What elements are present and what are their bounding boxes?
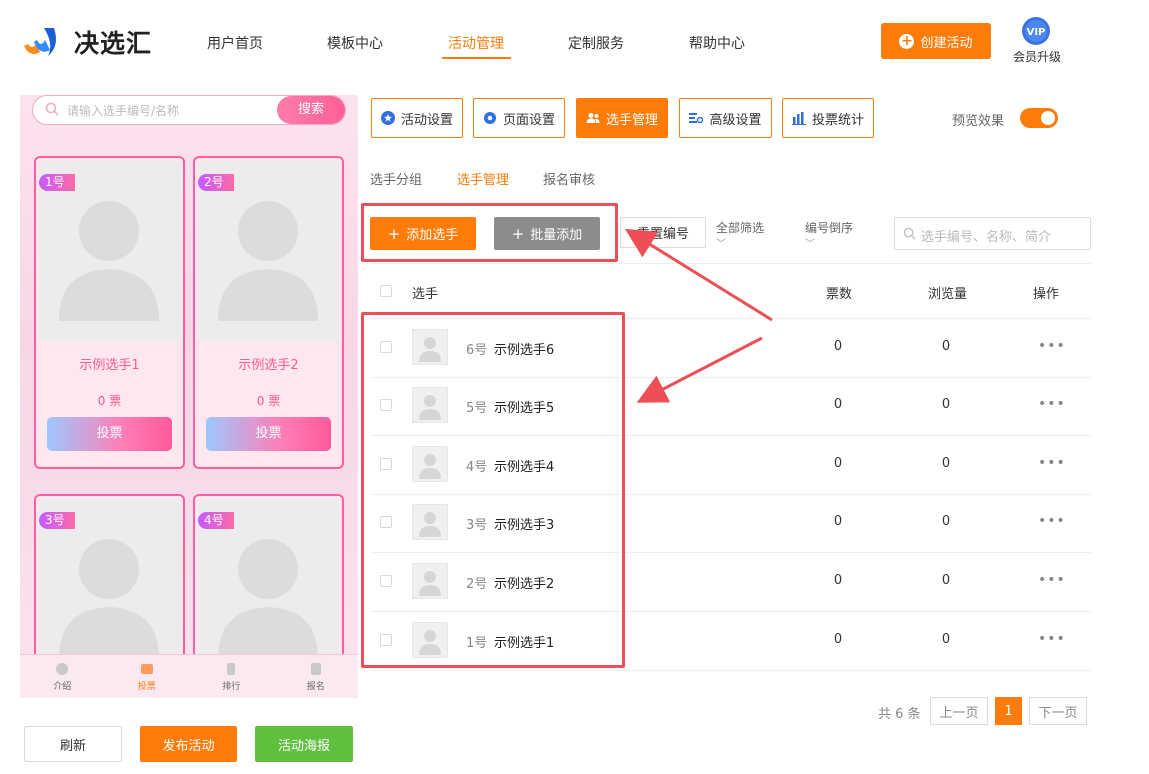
vote-statistics-label: 投票统计 (811, 112, 864, 128)
annotation-highlight-player-list (361, 312, 625, 668)
player-management-label: 选手管理 (605, 112, 658, 128)
preview-search-placeholder: 请输入选手编号/名称 (67, 104, 180, 118)
logo-icon (20, 22, 64, 60)
player-votes: 0 (833, 397, 843, 412)
player-votes: 0 (833, 514, 843, 529)
player-votes: 0 (833, 573, 843, 588)
player-number-tag: 2号 (198, 174, 234, 191)
refresh-button[interactable]: 刷新 (24, 726, 122, 762)
create-activity-label: 创建活动 (920, 35, 973, 51)
preview-tab-label: 报名 (306, 681, 325, 692)
chevron-down-icon: ﹀ (805, 239, 815, 250)
logo-text: 决选汇 (74, 29, 153, 58)
prev-page-button[interactable]: 上一页 (930, 697, 988, 725)
more-actions-icon[interactable]: ••• (1038, 631, 1066, 647)
player-votes: 0 (833, 456, 843, 471)
select-all-checkbox[interactable] (380, 285, 392, 297)
vote-statistics-button[interactable]: 投票统计 (782, 98, 874, 138)
nav-custom-service[interactable]: 定制服务 (568, 33, 624, 53)
more-actions-icon[interactable]: ••• (1038, 572, 1066, 588)
search-icon (45, 102, 59, 120)
nav-user-home[interactable]: 用户首页 (207, 33, 263, 53)
nav-template-center[interactable]: 模板中心 (327, 33, 383, 53)
player-views: 0 (941, 573, 951, 588)
player-views: 0 (941, 632, 951, 647)
preview-tab-label: 排行 (222, 681, 241, 692)
create-activity-button[interactable]: + 创建活动 (881, 23, 991, 59)
vip-upgrade-label[interactable]: 会员升级 (1013, 48, 1061, 65)
publish-activity-button[interactable]: 发布活动 (140, 726, 237, 762)
preview-tab-label: 投票 (137, 681, 156, 692)
table-row-divider (370, 670, 1091, 671)
more-actions-icon[interactable]: ••• (1038, 513, 1066, 529)
column-header-views: 浏览量 (928, 287, 968, 302)
player-votes: 0 (833, 339, 843, 354)
preview-effect-toggle[interactable] (1020, 108, 1058, 128)
nav-help-center[interactable]: 帮助中心 (689, 33, 745, 53)
column-header-votes: 票数 (826, 287, 853, 302)
search-icon (903, 227, 916, 244)
activity-settings-label: 活动设置 (400, 112, 453, 128)
column-header-player: 选手 (412, 287, 439, 302)
bar-chart-icon (791, 111, 806, 125)
activity-poster-button[interactable]: 活动海报 (255, 726, 353, 762)
player-views: 0 (941, 514, 951, 529)
player-search-placeholder: 选手编号、名称、简介 (921, 230, 1052, 245)
next-page-button[interactable]: 下一页 (1029, 697, 1087, 725)
more-actions-icon[interactable]: ••• (1038, 338, 1066, 354)
preview-search-button[interactable]: 搜索 (277, 96, 345, 124)
vip-badge-icon[interactable]: VIP (1021, 16, 1051, 46)
advanced-settings-label: 高级设置 (709, 112, 762, 128)
star-icon (380, 111, 395, 125)
users-icon (586, 111, 600, 125)
more-actions-icon[interactable]: ••• (1038, 455, 1066, 471)
nav-active-indicator (442, 57, 511, 59)
player-views: 0 (941, 339, 951, 354)
subtab-player-groups[interactable]: 选手分组 (370, 169, 422, 188)
vip-badge-text: VIP (1027, 27, 1046, 38)
player-management-button[interactable]: 选手管理 (576, 98, 668, 138)
player-views: 0 (941, 397, 951, 412)
total-count: 共 6 条 (878, 707, 921, 722)
preview-effect-label: 预览效果 (952, 114, 1005, 129)
annotation-highlight-actions (361, 203, 618, 262)
plus-circle-icon: + (899, 32, 915, 49)
preview-tab-label: 介绍 (53, 681, 72, 692)
subtab-registration-review[interactable]: 报名审核 (543, 169, 595, 188)
annotation-arrows (624, 228, 773, 403)
player-votes: 0 (833, 632, 843, 647)
page-settings-button[interactable]: 页面设置 (473, 98, 565, 138)
preview-search-bar[interactable]: 请输入选手编号/名称 搜索 (32, 95, 346, 125)
page-settings-label: 页面设置 (502, 112, 555, 128)
advanced-settings-icon (689, 111, 704, 125)
advanced-settings-button[interactable]: 高级设置 (679, 98, 772, 138)
column-header-operations: 操作 (1033, 287, 1060, 302)
nav-activity-management[interactable]: 活动管理 (448, 33, 504, 53)
gear-icon (483, 111, 497, 125)
activity-settings-button[interactable]: 活动设置 (371, 98, 463, 138)
current-page-button[interactable]: 1 (995, 697, 1022, 725)
sort-order-label: 编号倒序 (805, 221, 854, 235)
subtab-player-management[interactable]: 选手管理 (457, 169, 509, 188)
player-search-input[interactable]: 选手编号、名称、简介 (894, 217, 1091, 250)
player-number-tag: 1号 (39, 174, 75, 191)
player-views: 0 (941, 456, 951, 471)
more-actions-icon[interactable]: ••• (1038, 396, 1066, 412)
sort-order-dropdown[interactable]: 编号倒序 ﹀ (805, 219, 853, 250)
